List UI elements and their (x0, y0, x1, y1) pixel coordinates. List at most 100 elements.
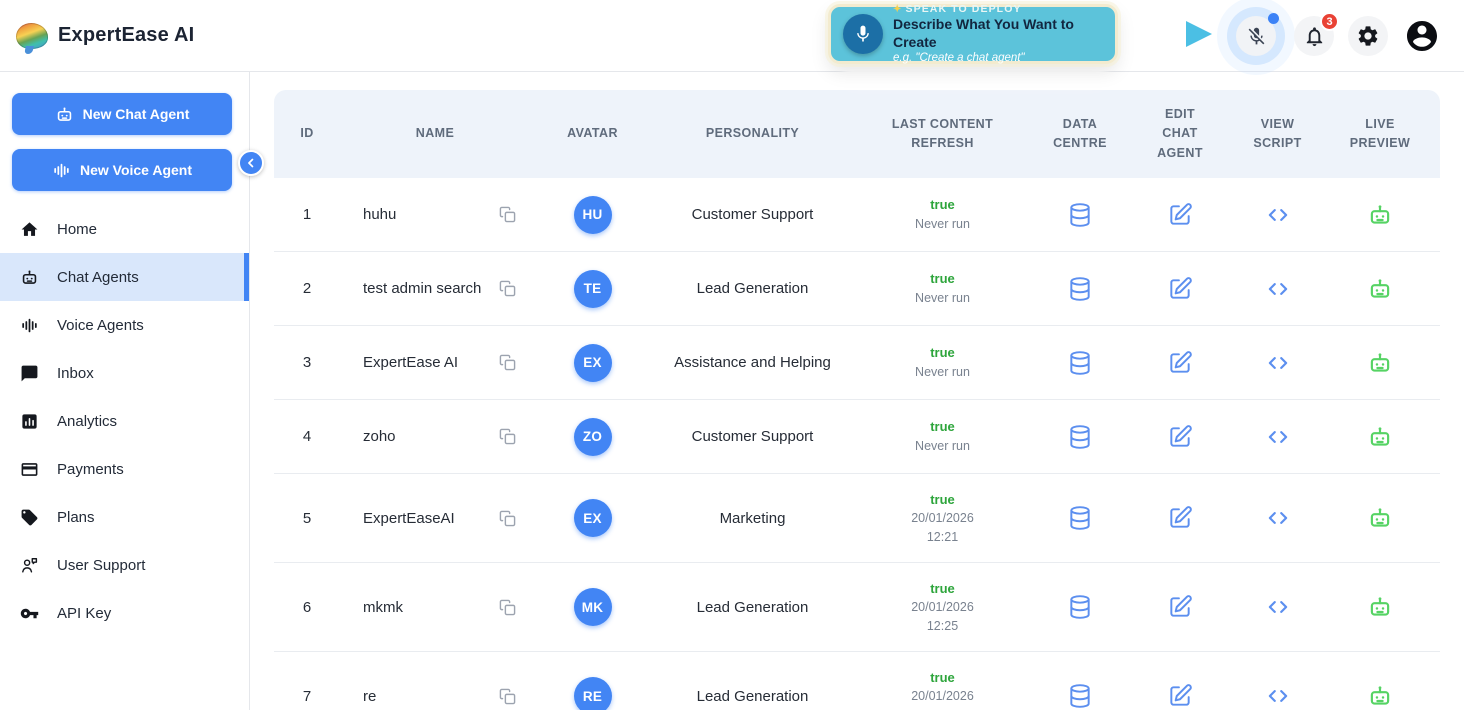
refresh-time: 12:21 (927, 528, 958, 547)
main-content: ID NAME AVATAR PERSONALITY LAST CONTENT … (250, 72, 1464, 710)
col-live-preview: LIVE PREVIEW (1320, 115, 1440, 154)
sidebar-item-user-support[interactable]: User Support (0, 541, 249, 589)
notifications-button[interactable]: 3 (1294, 16, 1334, 56)
new-chat-agent-button[interactable]: New Chat Agent (12, 93, 232, 135)
table-row: 7 re RE Lead Generation true 20/01/2026 … (274, 652, 1440, 710)
code-icon[interactable] (1265, 683, 1291, 709)
refresh-time: 12:25 (927, 617, 958, 636)
cell-live-preview (1320, 505, 1440, 531)
copy-icon[interactable] (499, 354, 516, 371)
pointer-arrow-icon (1124, 14, 1220, 59)
avatar: TE (574, 270, 612, 308)
robot-preview-icon[interactable] (1367, 276, 1393, 302)
col-id: ID (274, 124, 340, 143)
edit-icon[interactable] (1167, 683, 1193, 709)
refresh-date: Never run (915, 437, 970, 456)
sidebar-item-analytics[interactable]: Analytics (0, 397, 249, 445)
speak-to-deploy-callout[interactable]: ✦SPEAK TO DEPLOY Describe What You Want … (828, 4, 1118, 64)
settings-button[interactable] (1348, 16, 1388, 56)
cell-data-centre (1035, 505, 1125, 531)
cell-last-refresh: true 20/01/2026 12:21 (850, 490, 1035, 547)
agent-name: re (363, 688, 376, 705)
cell-id: 3 (274, 354, 340, 371)
edit-icon[interactable] (1167, 594, 1193, 620)
sidebar-item-plans[interactable]: Plans (0, 493, 249, 541)
cell-view-script (1235, 424, 1320, 450)
database-icon[interactable] (1067, 594, 1093, 620)
database-icon[interactable] (1067, 683, 1093, 709)
database-icon[interactable] (1067, 350, 1093, 376)
robot-preview-icon[interactable] (1367, 683, 1393, 709)
sidebar-item-api-key[interactable]: API Key (0, 589, 249, 637)
new-voice-agent-button[interactable]: New Voice Agent (12, 149, 232, 191)
code-icon[interactable] (1265, 276, 1291, 302)
sidebar-collapse-button[interactable] (238, 150, 264, 176)
sidebar-item-label: Chat Agents (57, 269, 139, 286)
edit-icon[interactable] (1167, 424, 1193, 450)
edit-icon[interactable] (1167, 505, 1193, 531)
robot-preview-icon[interactable] (1367, 350, 1393, 376)
edit-icon[interactable] (1167, 350, 1193, 376)
sidebar-item-inbox[interactable]: Inbox (0, 349, 249, 397)
code-icon[interactable] (1265, 202, 1291, 228)
chevron-left-icon (244, 156, 258, 170)
col-avatar: AVATAR (530, 124, 655, 143)
robot-preview-icon[interactable] (1367, 202, 1393, 228)
cell-last-refresh: true 20/01/2026 12:35 (850, 668, 1035, 710)
edit-icon[interactable] (1167, 202, 1193, 228)
refresh-flag: true (930, 579, 955, 599)
database-icon[interactable] (1067, 202, 1093, 228)
cell-name: re (340, 688, 530, 705)
agent-name: ExpertEase AI (363, 354, 458, 371)
robot-preview-icon[interactable] (1367, 424, 1393, 450)
mic-toggle-button[interactable] (1236, 16, 1276, 56)
cell-live-preview (1320, 202, 1440, 228)
refresh-flag: true (930, 269, 955, 289)
code-icon[interactable] (1265, 424, 1291, 450)
cell-avatar: RE (530, 677, 655, 710)
refresh-flag: true (930, 668, 955, 688)
database-icon[interactable] (1067, 505, 1093, 531)
cell-id: 7 (274, 688, 340, 705)
copy-icon[interactable] (499, 510, 516, 527)
cell-name: mkmk (340, 599, 530, 616)
cell-edit-chat-agent (1125, 350, 1235, 376)
robot-preview-icon[interactable] (1367, 594, 1393, 620)
waveform-icon (20, 316, 39, 335)
profile-button[interactable] (1402, 16, 1442, 56)
code-icon[interactable] (1265, 350, 1291, 376)
sidebar-item-voice-agents[interactable]: Voice Agents (0, 301, 249, 349)
table-row: 4 zoho ZO Customer Support true Never ru… (274, 400, 1440, 474)
sidebar-item-payments[interactable]: Payments (0, 445, 249, 493)
sidebar-item-chat-agents[interactable]: Chat Agents (0, 253, 249, 301)
robot-preview-icon[interactable] (1367, 505, 1393, 531)
col-edit-chat-agent: EDIT CHAT AGENT (1125, 105, 1235, 163)
code-icon[interactable] (1265, 594, 1291, 620)
copy-icon[interactable] (499, 206, 516, 223)
mic-status-dot (1268, 13, 1279, 24)
copy-icon[interactable] (499, 280, 516, 297)
cell-name: huhu (340, 206, 530, 223)
database-icon[interactable] (1067, 276, 1093, 302)
microphone-button[interactable] (843, 14, 883, 54)
copy-icon[interactable] (499, 599, 516, 616)
cell-view-script (1235, 276, 1320, 302)
copy-icon[interactable] (499, 688, 516, 705)
cell-edit-chat-agent (1125, 594, 1235, 620)
refresh-time: 12:35 (927, 706, 958, 710)
cell-live-preview (1320, 683, 1440, 709)
brand[interactable]: ExpertEase AI (0, 23, 194, 49)
database-icon[interactable] (1067, 424, 1093, 450)
col-last-content-refresh: LAST CONTENT REFRESH (850, 115, 1035, 154)
cell-data-centre (1035, 683, 1125, 709)
copy-icon[interactable] (499, 428, 516, 445)
edit-icon[interactable] (1167, 276, 1193, 302)
cell-personality: Lead Generation (655, 688, 850, 705)
agents-table: ID NAME AVATAR PERSONALITY LAST CONTENT … (274, 90, 1440, 710)
sidebar-item-home[interactable]: Home (0, 205, 249, 253)
table-row: 5 ExpertEaseAI EX Marketing true 20/01/2… (274, 474, 1440, 563)
code-icon[interactable] (1265, 505, 1291, 531)
user-avatar-icon (1404, 18, 1440, 54)
sidebar-item-label: Payments (57, 461, 124, 478)
gear-icon (1356, 24, 1380, 48)
